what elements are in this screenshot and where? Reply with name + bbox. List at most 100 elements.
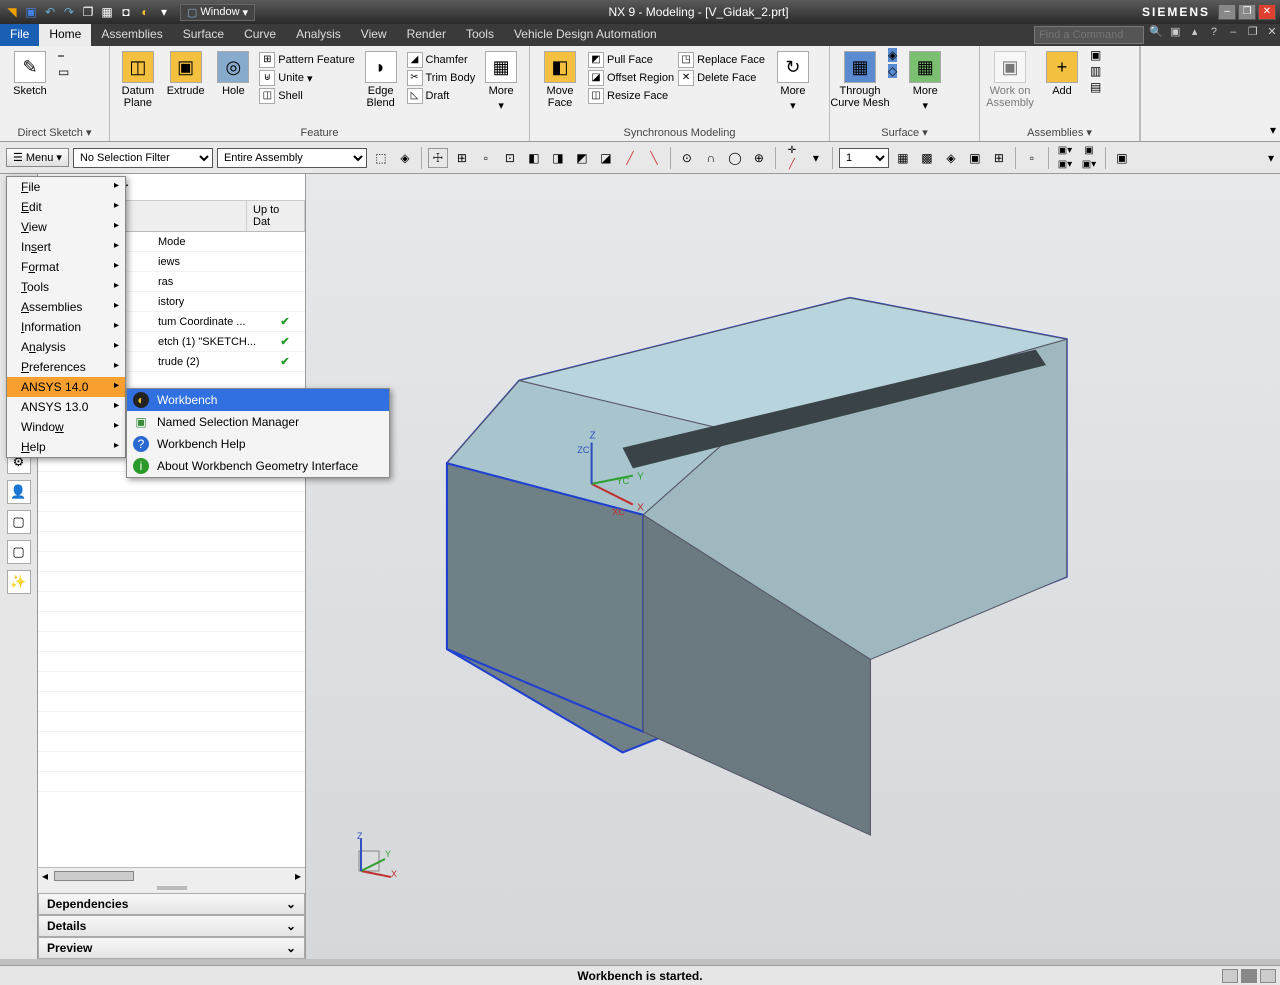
asm2-icon[interactable]: ▥ [1090, 64, 1101, 78]
menu-ansys14[interactable]: ANSYS 14.0▸▸ [7, 377, 125, 397]
menu-format[interactable]: Format▸ [7, 257, 125, 277]
replace-face-button[interactable]: ◳Replace Face [678, 52, 765, 68]
selection-scope-select[interactable]: Entire Assembly [217, 148, 367, 168]
submenu-about[interactable]: i About Workbench Geometry Interface [127, 455, 389, 477]
tool-icon[interactable]: ▫ [1022, 148, 1042, 168]
move-face-button[interactable]: ◧Move Face [536, 48, 584, 109]
status-full-icon[interactable] [1241, 969, 1257, 983]
tool-icon[interactable]: ⊞ [989, 148, 1009, 168]
ansys-icon[interactable]: ◐ [137, 4, 153, 20]
tool-icon[interactable]: ☩ [428, 148, 448, 168]
doc-close-icon[interactable]: ✕ [1264, 24, 1280, 40]
pull-face-button[interactable]: ◩Pull Face [588, 52, 674, 68]
up-icon[interactable]: ▴ [1187, 24, 1203, 40]
doc-restore-icon[interactable]: ❐ [1245, 24, 1261, 40]
status-square-icon[interactable] [1222, 969, 1238, 983]
selection-filter-select[interactable]: No Selection Filter [73, 148, 213, 168]
tab-view[interactable]: View [351, 24, 397, 46]
add-button[interactable]: +Add [1038, 48, 1086, 97]
minimize-button[interactable]: – [1218, 4, 1236, 20]
folder-icon[interactable]: ▢ [7, 510, 31, 534]
sketch-button[interactable]: ✎ Sketch [6, 48, 54, 97]
tool-icon[interactable]: ◩ [572, 148, 592, 168]
tool-icon[interactable]: ▾ [806, 148, 826, 168]
folder2-icon[interactable]: ▢ [7, 540, 31, 564]
chevron-down-icon[interactable]: ▾ [86, 126, 92, 139]
shell-button[interactable]: ◫Shell [259, 88, 354, 104]
submenu-workbench[interactable]: ◐ Workbench [127, 389, 389, 411]
tool-icon[interactable]: ◨ [548, 148, 568, 168]
paste-icon[interactable]: ▦ [99, 4, 115, 20]
tool-icon[interactable]: ▣ [965, 148, 985, 168]
surf1-icon[interactable]: ◈ [888, 48, 897, 62]
save-icon[interactable]: ▣ [23, 4, 39, 20]
tool-icon[interactable]: ▦ [893, 148, 913, 168]
tab-render[interactable]: Render [397, 24, 456, 46]
graphics-viewport[interactable]: X Y Z ZC YC XC X Y Z [306, 174, 1280, 959]
tab-surface[interactable]: Surface [173, 24, 234, 46]
extrude-button[interactable]: ▣Extrude [164, 48, 208, 97]
tab-analysis[interactable]: Analysis [286, 24, 351, 46]
magic-icon[interactable]: ✨ [7, 570, 31, 594]
tool-icon[interactable]: ✛ [782, 144, 802, 158]
chevron-down-icon[interactable]: ▾ [922, 126, 928, 139]
doc-min-icon[interactable]: – [1225, 24, 1241, 40]
tool-icon[interactable]: ◈ [395, 148, 415, 168]
preview-section[interactable]: Preview⌄ [38, 937, 305, 959]
surface-more-button[interactable]: ▦More▾ [901, 48, 949, 112]
tab-curve[interactable]: Curve [234, 24, 286, 46]
tab-assemblies[interactable]: Assemblies [91, 24, 172, 46]
tab-vda[interactable]: Vehicle Design Automation [504, 24, 667, 46]
menu-tools[interactable]: Tools▸ [7, 277, 125, 297]
menu-view[interactable]: View▸ [7, 217, 125, 237]
tool-icon[interactable]: ▣ [1079, 144, 1099, 157]
tab-home[interactable]: Home [39, 24, 91, 46]
tool-icon[interactable]: ◈ [941, 148, 961, 168]
delete-face-button[interactable]: ✕Delete Face [678, 70, 765, 86]
line-icon[interactable]: ⎯ [58, 48, 69, 63]
menu-assemblies[interactable]: Assemblies▸ [7, 297, 125, 317]
tool-icon[interactable]: ╱ [782, 158, 802, 172]
undo-icon[interactable]: ↶ [42, 4, 58, 20]
copy-icon[interactable]: ❐ [80, 4, 96, 20]
resize-face-button[interactable]: ◫Resize Face [588, 88, 674, 104]
tool-icon[interactable]: ▣▾ [1055, 144, 1075, 157]
hole-button[interactable]: ◎Hole [212, 48, 256, 97]
tool-icon[interactable]: ⊡ [500, 148, 520, 168]
menu-analysis[interactable]: Analysis▸ [7, 337, 125, 357]
submenu-named-selection[interactable]: ▣ Named Selection Manager [127, 411, 389, 433]
tool-icon[interactable]: ◯ [725, 148, 745, 168]
roles-icon[interactable]: 👤 [7, 480, 31, 504]
tab-file[interactable]: File [0, 24, 39, 46]
menu-button[interactable]: ☰Menu▾ [6, 148, 69, 167]
chevron-down-icon[interactable]: ▾ [1270, 123, 1276, 137]
menu-ansys13[interactable]: ANSYS 13.0▸▸ [7, 397, 125, 417]
menu-preferences[interactable]: Preferences▸ [7, 357, 125, 377]
unite-button[interactable]: ⊎Unite ▾ [259, 70, 354, 86]
rect-icon[interactable]: ▭ [58, 65, 69, 79]
details-section[interactable]: Details⌄ [38, 915, 305, 937]
submenu-workbench-help[interactable]: ? Workbench Help [127, 433, 389, 455]
dropdown-icon[interactable]: ▾ [156, 4, 172, 20]
tool-icon[interactable]: ⊞ [452, 148, 472, 168]
sync-more-button[interactable]: ↻More▾ [769, 48, 817, 112]
menu-help[interactable]: Help▸ [7, 437, 125, 457]
surf2-icon[interactable]: ◇ [888, 64, 897, 78]
tool-icon[interactable]: ▫ [476, 148, 496, 168]
window-dropdown[interactable]: ▢ Window ▾ [180, 4, 255, 21]
chevron-down-icon[interactable]: ▾ [1268, 151, 1274, 165]
chevron-down-icon[interactable]: ▾ [1086, 126, 1092, 139]
tool-icon[interactable]: ⬚ [371, 148, 391, 168]
tool-icon[interactable]: ∩ [701, 148, 721, 168]
trim-button[interactable]: ✂Trim Body [407, 70, 476, 86]
menu-information[interactable]: Information▸ [7, 317, 125, 337]
tool-icon[interactable]: ╲ [644, 148, 664, 168]
offset-region-button[interactable]: ◪Offset Region [588, 70, 674, 86]
status-split-icon[interactable] [1260, 969, 1276, 983]
tool-icon[interactable]: ╱ [620, 148, 640, 168]
maximize-button[interactable]: ❐ [1238, 4, 1256, 20]
menu-file[interactable]: File▸ [7, 177, 125, 197]
find-command-input[interactable] [1034, 26, 1144, 44]
tool-icon[interactable]: ▣▾ [1055, 158, 1075, 171]
tab-tools[interactable]: Tools [456, 24, 504, 46]
